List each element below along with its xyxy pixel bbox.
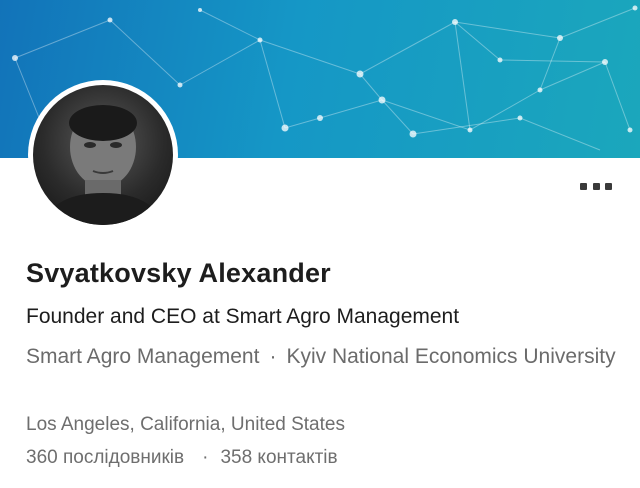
profile-location: Los Angeles, California, United States bbox=[26, 414, 345, 435]
separator-dot: · bbox=[269, 345, 277, 368]
separator-dot: · bbox=[202, 447, 209, 468]
person-silhouette-icon bbox=[43, 105, 163, 225]
avatar-photo bbox=[33, 85, 173, 225]
profile-name: Svyatkovsky Alexander bbox=[26, 258, 331, 288]
more-options-button[interactable] bbox=[580, 176, 612, 196]
education-link[interactable]: Kyiv National Economics University bbox=[286, 345, 615, 368]
profile-stats: 360 послідовників · 358 контактів bbox=[26, 447, 338, 469]
profile-organizations: Smart Agro Management · Kyiv National Econ… bbox=[26, 340, 616, 374]
company-link[interactable]: Smart Agro Management bbox=[26, 345, 259, 368]
profile-headline: Founder and CEO at Smart Agro Management bbox=[26, 305, 460, 328]
followers-count[interactable]: 360 послідовників bbox=[26, 447, 184, 468]
profile-avatar[interactable] bbox=[28, 80, 178, 230]
profile-card: Svyatkovsky Alexander Founder and CEO at… bbox=[0, 0, 640, 488]
connections-count[interactable]: 358 контактів bbox=[220, 447, 337, 468]
more-horizontal-icon bbox=[580, 182, 587, 190]
